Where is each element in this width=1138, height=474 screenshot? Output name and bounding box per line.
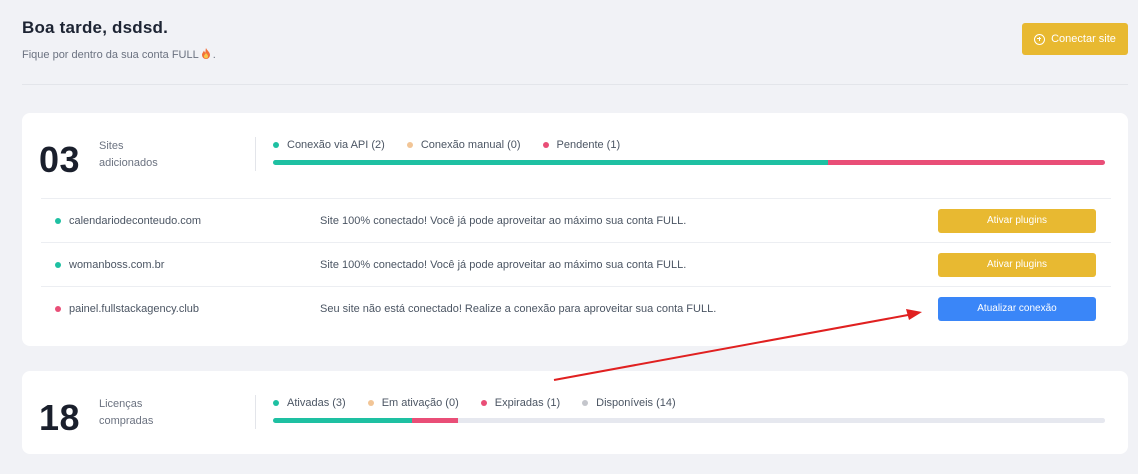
legend-dot	[273, 142, 279, 148]
header-divider	[22, 84, 1128, 85]
sites-count-label: Sites adicionados	[99, 140, 158, 169]
legend-label: Pendente (1)	[556, 139, 621, 151]
greeting-block: Boa tarde, dsdsd. Fique por dentro da su…	[22, 18, 216, 61]
legend-item: Conexão via API (2)	[273, 139, 385, 151]
site-domain: womanboss.com.br	[55, 259, 164, 271]
legend-label: Conexão via API (2)	[287, 139, 385, 151]
legend-label: Ativadas (3)	[287, 397, 346, 409]
activate-plugins-button[interactable]: Ativar plugins	[938, 208, 1096, 233]
legend-dot	[480, 400, 487, 406]
sites-card: 03 Sites adicionados Conexão via API (2)…	[22, 113, 1128, 346]
progress-segment	[457, 418, 1105, 423]
site-status-message: Seu site não está conectado! Realize a c…	[320, 302, 717, 315]
status-dot	[55, 217, 61, 224]
legend-label: Conexão manual (0)	[420, 139, 521, 151]
card-separator	[255, 395, 256, 429]
legend-label: Disponíveis (14)	[596, 397, 676, 409]
legend-item: Expiradas (1)	[480, 397, 561, 409]
site-row: calendariodeconteudo.com Site 100% conect…	[41, 198, 1111, 242]
site-list: calendariodeconteudo.com Site 100% conect…	[41, 198, 1111, 330]
card-separator	[255, 137, 256, 171]
sites-legend: Conexão via API (2) Conexão manual (0) Pen…	[273, 139, 620, 151]
progress-segment	[273, 160, 828, 165]
progress-segment	[273, 418, 412, 423]
sites-progress-bar	[273, 160, 1105, 165]
subtitle-text: Fique por dentro da sua conta FULL	[22, 49, 199, 61]
legend-dot	[367, 400, 374, 406]
activate-plugins-button[interactable]: Ativar plugins	[938, 252, 1096, 277]
licenses-card: 18 Licenças compradas Ativadas (3) Em ati…	[22, 371, 1128, 454]
site-domain-label: calendariodeconteudo.com	[69, 214, 202, 227]
site-row: womanboss.com.br Site 100% conectado! Voc…	[41, 242, 1111, 286]
fire-icon	[201, 48, 210, 59]
status-dot	[55, 305, 61, 312]
progress-segment	[827, 160, 1105, 165]
legend-dot	[542, 142, 549, 148]
site-row: painel.fullstackagency.club Seu site não …	[41, 286, 1111, 330]
licenses-legend: Ativadas (3) Em ativação (0) Expiradas (1)…	[273, 397, 676, 409]
site-domain: painel.fullstackagency.club	[55, 303, 199, 315]
progress-segment	[411, 418, 458, 423]
connect-site-label: Conectar site	[1051, 33, 1116, 45]
licenses-progress-bar	[273, 418, 1105, 423]
page-title: Boa tarde, dsdsd.	[22, 18, 169, 37]
legend-label: Em ativação (0)	[381, 397, 459, 409]
legend-item: Disponíveis (14)	[582, 397, 676, 409]
site-status-message: Site 100% conectado! Você já pode aprove…	[320, 258, 687, 271]
connect-site-button[interactable]: Conectar site	[1022, 23, 1128, 55]
add-circle-icon	[1034, 33, 1046, 45]
status-dot	[55, 261, 61, 268]
legend-dot	[582, 400, 589, 406]
update-connection-button[interactable]: Atualizar conexão	[938, 296, 1096, 321]
legend-item: Ativadas (3)	[273, 397, 346, 409]
site-status-message: Site 100% conectado! Você já pode aprove…	[320, 214, 687, 227]
licenses-count: 18	[39, 397, 81, 438]
site-domain-label: womanboss.com.br	[69, 258, 165, 271]
legend-item: Conexão manual (0)	[406, 139, 521, 151]
page-subtitle: Fique por dentro da sua conta FULL .	[22, 48, 216, 61]
legend-item: Pendente (1)	[542, 139, 621, 151]
legend-label: Expiradas (1)	[494, 397, 561, 409]
site-domain-label: painel.fullstackagency.club	[69, 302, 200, 315]
legend-item: Em ativação (0)	[367, 397, 459, 409]
legend-dot	[406, 142, 413, 148]
sites-count: 03	[39, 139, 81, 180]
site-domain: calendariodeconteudo.com	[55, 215, 201, 227]
subtitle-suffix: .	[212, 49, 216, 61]
legend-dot	[273, 400, 279, 406]
licenses-count-label: Licenças compradas	[99, 398, 154, 427]
